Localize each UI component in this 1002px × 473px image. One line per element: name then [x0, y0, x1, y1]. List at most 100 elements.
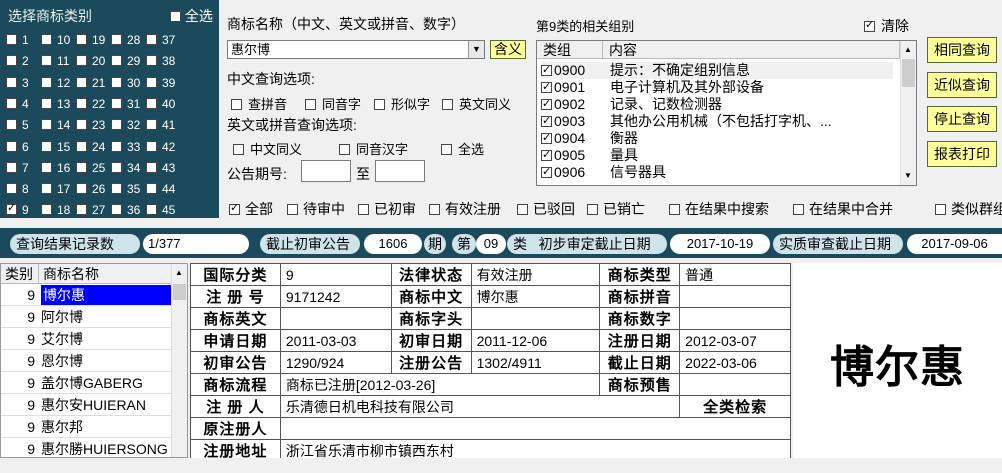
category-checkbox[interactable]	[41, 97, 52, 109]
category-41[interactable]: 41	[146, 118, 175, 132]
category-28[interactable]: 28	[111, 33, 140, 47]
filter-7[interactable]: 在结果中合并	[793, 199, 893, 219]
category-checkbox[interactable]	[6, 55, 17, 67]
category-6[interactable]: 6	[6, 140, 29, 154]
category-checkbox[interactable]	[6, 183, 17, 195]
filter-1[interactable]: 待审中	[287, 199, 345, 219]
group-row[interactable]: 0903 其他办公用机械（不包括打字机、...	[541, 113, 832, 130]
category-checkbox[interactable]	[146, 204, 157, 216]
category-checkbox[interactable]	[146, 119, 157, 131]
category-3[interactable]: 3	[6, 76, 29, 90]
group-checkbox[interactable]	[541, 147, 552, 164]
filter-checkbox[interactable]	[358, 204, 369, 215]
category-16[interactable]: 16	[41, 161, 70, 175]
category-1[interactable]: 1	[6, 33, 29, 47]
category-2[interactable]: 2	[6, 54, 29, 68]
filter-0[interactable]: 全部	[229, 199, 273, 219]
scroll-up-icon[interactable]: ▲	[904, 45, 912, 54]
group-row[interactable]: 0902 记录、记数检测器	[541, 96, 722, 113]
category-checkbox[interactable]	[76, 97, 87, 109]
category-36[interactable]: 36	[111, 203, 140, 217]
category-checkbox[interactable]	[41, 34, 52, 45]
category-checkbox[interactable]	[76, 55, 87, 67]
category-15[interactable]: 15	[41, 140, 70, 154]
cn-option-1[interactable]: 同音字	[305, 94, 361, 113]
category-25[interactable]: 25	[76, 161, 105, 175]
all-class-search-button[interactable]: 全类检索	[679, 395, 791, 418]
category-checkbox[interactable]	[76, 119, 87, 131]
category-checkbox[interactable]	[41, 119, 52, 131]
result-row[interactable]: 9 惠尔邦	[1, 417, 172, 438]
category-9[interactable]: 9	[6, 201, 29, 217]
category-checkbox[interactable]	[146, 55, 157, 67]
name-col-header[interactable]: 商标名称	[39, 264, 172, 284]
category-checkbox[interactable]	[111, 97, 122, 109]
category-checkbox[interactable]	[41, 55, 52, 67]
result-row[interactable]: 9 艾尔博	[1, 329, 172, 350]
filter-6[interactable]: 在结果中搜索	[669, 199, 769, 219]
category-30[interactable]: 30	[111, 76, 140, 90]
category-checkbox[interactable]	[6, 34, 17, 45]
filter-checkbox[interactable]	[935, 204, 946, 215]
category-checkbox[interactable]	[6, 161, 17, 173]
category-33[interactable]: 33	[111, 140, 140, 154]
category-27[interactable]: 27	[76, 203, 105, 217]
filter-checkbox[interactable]	[429, 204, 440, 215]
result-row[interactable]: 9 博尔惠	[1, 285, 172, 306]
category-checkbox[interactable]	[76, 34, 87, 45]
group-row[interactable]: 0900 提示：不确定组别信息	[541, 62, 893, 79]
chevron-down-icon[interactable]: ▼	[468, 41, 484, 58]
category-checkbox[interactable]	[111, 76, 122, 88]
category-checkbox[interactable]	[146, 76, 157, 88]
category-18[interactable]: 18	[41, 203, 70, 217]
group-checkbox[interactable]	[541, 164, 552, 181]
category-14[interactable]: 14	[41, 118, 70, 132]
category-21[interactable]: 21	[76, 76, 105, 90]
category-checkbox[interactable]	[111, 204, 122, 216]
category-43[interactable]: 43	[146, 161, 175, 175]
category-checkbox[interactable]	[6, 76, 17, 88]
category-22[interactable]: 22	[76, 97, 105, 111]
en-option-checkbox[interactable]	[441, 144, 452, 155]
category-checkbox[interactable]	[76, 140, 87, 152]
cn-option-checkbox[interactable]	[305, 99, 316, 110]
class-col-header[interactable]: 类别	[1, 264, 39, 284]
category-checkbox[interactable]	[111, 183, 122, 195]
filter-checkbox[interactable]	[669, 204, 680, 215]
category-42[interactable]: 42	[146, 140, 175, 154]
category-checkbox[interactable]	[76, 204, 87, 216]
cn-option-checkbox[interactable]	[374, 99, 385, 110]
category-checkbox[interactable]	[41, 161, 52, 173]
results-scrollbar[interactable]: ▲	[171, 264, 187, 457]
group-list[interactable]: 类组 内容 0900 提示：不确定组别信息 0901 电子计算机及其外部设备 0902 记…	[536, 40, 917, 186]
meaning-button[interactable]: 含义	[490, 40, 526, 59]
category-12[interactable]: 12	[41, 76, 70, 90]
filter-checkbox[interactable]	[287, 204, 298, 215]
category-31[interactable]: 31	[111, 97, 140, 111]
cn-option-0[interactable]: 查拼音	[231, 94, 287, 113]
category-20[interactable]: 20	[76, 54, 105, 68]
category-checkbox[interactable]	[146, 34, 157, 45]
category-8[interactable]: 8	[6, 182, 29, 196]
category-38[interactable]: 38	[146, 54, 175, 68]
scroll-up-icon[interactable]: ▲	[175, 268, 183, 277]
category-checkbox[interactable]	[41, 76, 52, 88]
cn-option-checkbox[interactable]	[442, 99, 453, 110]
group-row[interactable]: 0901 电子计算机及其外部设备	[541, 79, 764, 96]
category-select-all[interactable]: 全选	[170, 6, 213, 26]
filter-8[interactable]: 类似群组	[935, 199, 1002, 219]
group-checkbox[interactable]	[541, 79, 552, 96]
scroll-down-icon[interactable]: ▼	[904, 171, 912, 180]
group-row[interactable]: 0905 量具	[541, 147, 638, 164]
filter-checkbox[interactable]	[229, 201, 240, 215]
scroll-thumb[interactable]	[902, 59, 915, 87]
category-checkbox[interactable]	[146, 140, 157, 152]
category-13[interactable]: 13	[41, 97, 70, 111]
category-checkbox[interactable]	[41, 140, 52, 152]
filter-2[interactable]: 已初审	[358, 199, 416, 219]
category-7[interactable]: 7	[6, 161, 29, 175]
group-row[interactable]: 0906 信号器具	[541, 164, 666, 181]
result-row[interactable]: 9 恩尔博	[1, 351, 172, 372]
category-34[interactable]: 34	[111, 161, 140, 175]
category-checkbox[interactable]	[111, 55, 122, 67]
